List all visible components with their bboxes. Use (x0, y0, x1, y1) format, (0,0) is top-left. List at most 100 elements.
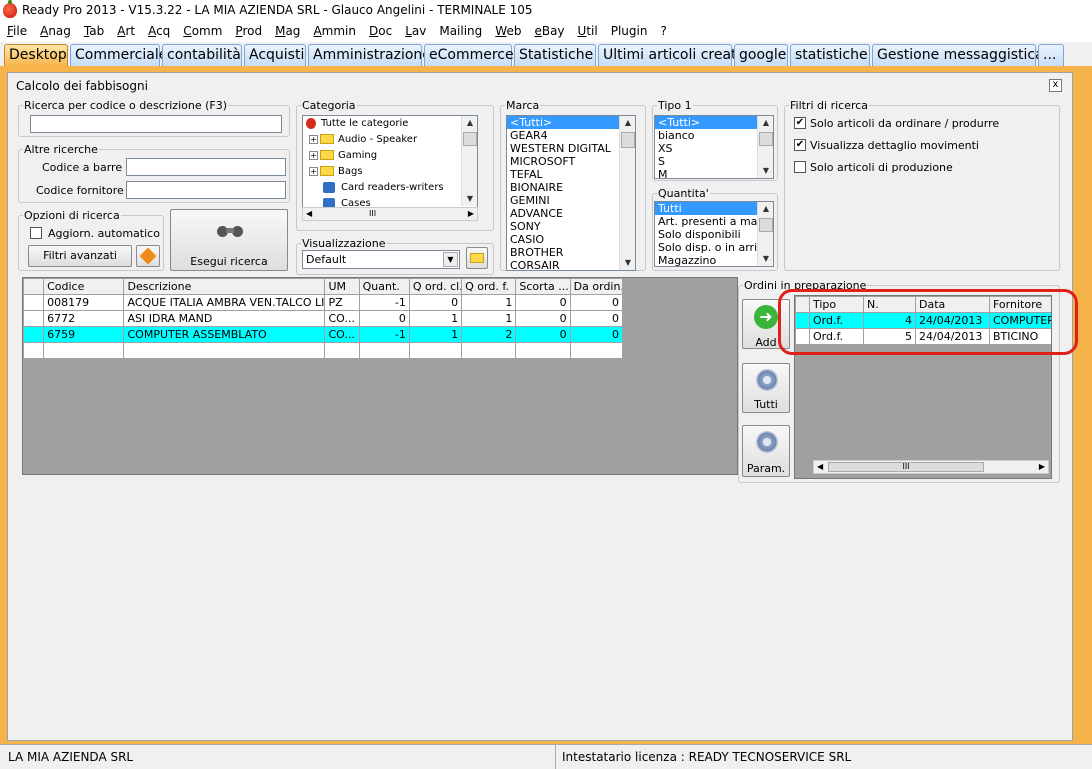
list-item[interactable]: BROTHER (507, 246, 619, 259)
list-item[interactable]: BIONAIRE (507, 181, 619, 194)
list-item[interactable]: CASIO (507, 233, 619, 246)
list-item[interactable]: XS (655, 142, 757, 155)
column-header[interactable]: Q ord. f. (461, 278, 517, 295)
menu-item-art[interactable]: Art (110, 22, 141, 38)
tab-6[interactable]: eCommerce (424, 44, 514, 66)
list-item[interactable]: SONY (507, 220, 619, 233)
list-item[interactable]: M (655, 168, 757, 178)
list-item[interactable]: ADVANCE (507, 207, 619, 220)
category-node[interactable]: Tutte le categorie (303, 116, 477, 132)
category-node[interactable]: + Bags (303, 164, 477, 180)
category-node[interactable]: Card readers-writers (303, 180, 477, 196)
filter-checkbox-3[interactable] (794, 161, 806, 173)
column-header[interactable]: Da ordin. (569, 278, 624, 295)
menu-item-tab[interactable]: Tab (77, 22, 110, 38)
column-header[interactable]: UM (324, 278, 360, 295)
results-grid[interactable]: Codice Descrizione UM Quant. Q ord. cl. Q ord… (22, 277, 738, 475)
category-node[interactable]: + Gaming (303, 148, 477, 164)
tab-8[interactable]: Ultimi articoli creati (598, 44, 740, 66)
menu-item-file[interactable]: File (0, 22, 33, 38)
scroll-thumb[interactable] (463, 132, 477, 146)
list-item[interactable]: Tutti (655, 202, 757, 215)
list-item[interactable]: <Tutti> (655, 116, 757, 129)
tab-1[interactable]: Desktop (4, 44, 68, 66)
menu-item-mag[interactable]: Mag (268, 22, 306, 38)
list-item[interactable]: Solo disp. o in arrivo (655, 241, 770, 254)
expand-icon[interactable]: + (309, 134, 318, 144)
expand-icon[interactable]: + (309, 150, 318, 160)
scroll-up-icon[interactable]: ▲ (758, 116, 773, 130)
list-item[interactable]: MICROSOFT (507, 155, 619, 168)
expand-icon[interactable]: + (309, 166, 318, 176)
type1-list[interactable]: <Tutti> bianco XS S M ▲ ▼ (654, 115, 774, 179)
brand-list[interactable]: <Tutti> GEAR4 WESTERN DIGITAL MICROSOFT TEFA… (506, 115, 636, 271)
supplier-code-field[interactable] (126, 181, 286, 199)
params-button[interactable]: Param. (742, 425, 790, 477)
list-item[interactable]: GEAR4 (507, 129, 619, 142)
menu-item-doc[interactable]: Doc (362, 22, 398, 38)
barcode-field[interactable] (126, 158, 286, 176)
category-hscrollbar[interactable]: ◀ III ▶ (302, 207, 478, 221)
menu-item-acq[interactable]: Acq (141, 22, 176, 38)
scroll-down-icon[interactable]: ▼ (462, 192, 477, 206)
scroll-up-icon[interactable]: ▲ (758, 202, 773, 216)
list-item[interactable]: Solo disponibili (655, 228, 757, 241)
list-item[interactable]: Art. presenti a magazzino (655, 215, 773, 228)
column-header[interactable]: Descrizione (123, 278, 326, 295)
filter-checkbox-1[interactable]: ✔ (794, 117, 806, 129)
column-header[interactable]: Codice (43, 278, 125, 295)
scroll-down-icon[interactable]: ▼ (758, 164, 773, 178)
row-selector[interactable] (22, 294, 45, 311)
list-item[interactable]: <Tutti> (507, 116, 619, 129)
empty-table-row[interactable] (22, 342, 624, 359)
execute-search-button[interactable]: Esegui ricerca (170, 209, 288, 271)
menu-item-plugin[interactable]: Plugin (604, 22, 654, 38)
list-item[interactable]: WESTERN DIGITAL (507, 142, 619, 155)
table-row[interactable]: 6772 ASI IDRA MAND CO... 0 1 1 0 0 (22, 310, 624, 327)
scroll-down-icon[interactable]: ▼ (620, 256, 635, 270)
column-header[interactable]: Scorta ... (515, 278, 571, 295)
menu-item-ebay[interactable]: eBay (527, 22, 570, 38)
tab-10[interactable]: statistiche (790, 44, 870, 66)
table-row[interactable]: 6759 COMPUTER ASSEMBLATO CO... -1 1 2 0 0 (22, 326, 624, 343)
menu-item-util[interactable]: Util (571, 22, 604, 38)
scroll-thumb[interactable] (621, 132, 635, 148)
table-row[interactable]: 008179 ACQUE ITALIA AMBRA VEN.TALCO LI...… (22, 294, 624, 311)
list-item[interactable]: CORSAIR (507, 259, 619, 270)
vertical-scrollbar[interactable]: ▲ ▼ (757, 202, 773, 266)
list-item[interactable]: S (655, 155, 757, 168)
filter-arrow-button[interactable] (136, 245, 160, 267)
tab-11[interactable]: Gestione messaggistica (872, 44, 1044, 66)
tab-7[interactable]: Statistiche (514, 44, 596, 66)
menu-item-comm[interactable]: Comm (176, 22, 228, 38)
scroll-up-icon[interactable]: ▲ (462, 116, 477, 130)
tab-3[interactable]: contabilità (162, 44, 242, 66)
scroll-down-icon[interactable]: ▼ (758, 252, 773, 266)
vertical-scrollbar[interactable]: ▲ ▼ (461, 116, 477, 206)
category-node[interactable]: + Audio - Speaker (303, 132, 477, 148)
column-header[interactable]: Q ord. cl. (408, 278, 463, 295)
all-button[interactable]: Tutti (742, 363, 790, 413)
view-select[interactable]: Default ▼ (302, 250, 460, 269)
category-tree[interactable]: Tutte le categorie + Audio - Speaker + Gamin… (302, 115, 478, 221)
list-item[interactable]: bianco (655, 129, 757, 142)
tab-9[interactable]: google (734, 44, 788, 66)
orders-hscrollbar[interactable]: ◀ III ▶ (813, 460, 1049, 474)
tab-12[interactable]: ... (1038, 44, 1064, 66)
auto-update-checkbox[interactable] (30, 227, 42, 239)
folder-button[interactable] (466, 247, 488, 269)
menu-item-[interactable]: ? (653, 22, 672, 38)
filter-checkbox-2[interactable]: ✔ (794, 139, 806, 151)
row-selector[interactable] (22, 310, 45, 327)
advanced-filters-button[interactable]: Filtri avanzati (28, 245, 132, 267)
close-icon[interactable]: x (1049, 79, 1062, 92)
menu-item-mailing[interactable]: Mailing (432, 22, 488, 38)
list-item[interactable]: GEMINI (507, 194, 619, 207)
list-item[interactable]: TEFAL (507, 168, 619, 181)
menu-item-web[interactable]: Web (488, 22, 527, 38)
tab-4[interactable]: Acquisti (244, 44, 306, 66)
scroll-thumb[interactable] (759, 132, 773, 146)
vertical-scrollbar[interactable]: ▲ ▼ (757, 116, 773, 178)
quantity-list[interactable]: TuttiArt. presenti a magazzinoSolo dispo… (654, 201, 774, 267)
menu-item-prod[interactable]: Prod (228, 22, 268, 38)
